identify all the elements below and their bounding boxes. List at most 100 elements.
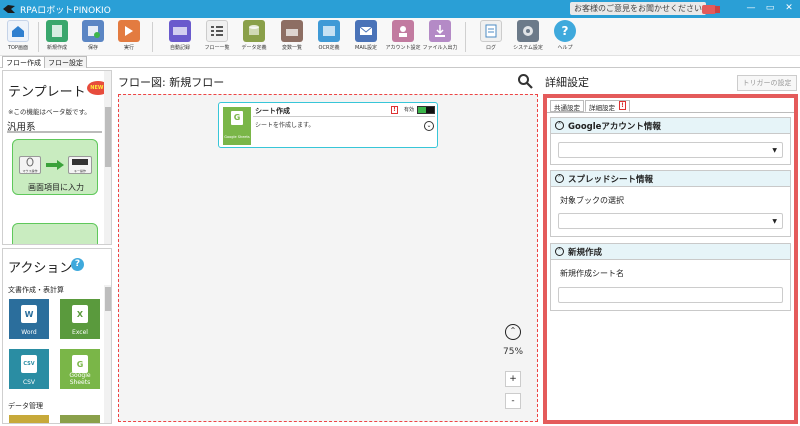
trigger-settings-button[interactable]: トリガーの設定 bbox=[737, 75, 797, 91]
toolbar-file-io-button[interactable]: ファイル入出力 bbox=[423, 20, 458, 51]
minimize-button[interactable]: — bbox=[744, 1, 758, 15]
dropdown-arrow-icon: ▼ bbox=[772, 147, 777, 154]
feedback-hand-icon[interactable] bbox=[700, 2, 722, 16]
new-sheet-name-input[interactable] bbox=[558, 287, 783, 303]
tab-flow-create[interactable]: フロー作成 bbox=[2, 56, 45, 68]
mouse-operation-icon: マウス操作 bbox=[19, 156, 41, 174]
chevron-up-icon[interactable]: ⌃ bbox=[555, 121, 564, 130]
chevron-down-icon[interactable]: ⌄ bbox=[424, 121, 434, 131]
csv-icon: CSV bbox=[21, 355, 37, 373]
template-card-screen-input[interactable]: マウス操作 キー操作 画面項目に入力 bbox=[12, 139, 98, 195]
pinokio-logo-icon bbox=[0, 0, 18, 18]
action-tile-partial[interactable] bbox=[60, 415, 100, 423]
action-category-data: データ管理 bbox=[8, 402, 43, 410]
detail-panel: 共通設定 詳細設定 ! ⌃ Googleアカウント情報 ▼ ⌃ スプレッドシート… bbox=[543, 94, 798, 424]
toolbar-run-button[interactable]: 実行 bbox=[112, 20, 146, 51]
save-icon bbox=[82, 20, 104, 42]
tab-flow-settings[interactable]: フロー設定 bbox=[44, 56, 87, 68]
toolbar-save-button[interactable]: 保存 bbox=[76, 20, 110, 51]
toolbar-log-button[interactable]: ログ bbox=[474, 20, 508, 51]
template-panel: テンプレート NEW! ※この機能はベータ版です。 汎用系 マウス操作 キー操作… bbox=[2, 70, 112, 245]
detail-title: 詳細設定 bbox=[545, 76, 589, 89]
run-icon bbox=[118, 20, 140, 42]
node-title: シート作成 bbox=[255, 107, 290, 115]
enabled-toggle[interactable] bbox=[417, 106, 435, 114]
warning-icon: ! bbox=[391, 106, 398, 114]
toolbar-system-settings-button[interactable]: システム設定 bbox=[511, 20, 545, 51]
search-icon[interactable] bbox=[517, 73, 533, 89]
google-account-select[interactable]: ▼ bbox=[558, 142, 783, 158]
section-header[interactable]: ⌃ スプレッドシート情報 bbox=[551, 171, 790, 187]
section-header[interactable]: ⌃ Googleアカウント情報 bbox=[551, 118, 790, 134]
close-button[interactable]: ✕ bbox=[782, 1, 796, 15]
action-category-document: 文書作成・表計算 bbox=[8, 286, 64, 294]
target-book-select[interactable]: ▼ bbox=[558, 213, 783, 229]
enabled-label: 有効 bbox=[404, 107, 415, 113]
toolbar-data-definition-button[interactable]: データ定義 bbox=[237, 20, 271, 51]
database-icon bbox=[243, 20, 265, 42]
section-spreadsheet: ⌃ スプレッドシート情報 対象ブックの選択 ▼ bbox=[550, 170, 791, 237]
word-icon: W bbox=[21, 305, 37, 323]
zoom-out-button[interactable]: - bbox=[505, 393, 521, 409]
action-tile-csv[interactable]: CSV CSV bbox=[9, 349, 49, 389]
warning-icon: ! bbox=[619, 101, 626, 110]
ocr-icon bbox=[318, 20, 340, 42]
google-sheets-icon: G Google Sheets bbox=[223, 107, 251, 145]
toolbar-flow-list-button[interactable]: フロー一覧 bbox=[200, 20, 234, 51]
node-description: シートを作成します。 bbox=[255, 122, 315, 129]
toolbar-account-button[interactable]: アカウント設定 bbox=[386, 20, 421, 51]
help-icon: ? bbox=[554, 20, 576, 42]
toolbar-new-button[interactable]: 新規作成 bbox=[40, 20, 74, 51]
flow-list-icon bbox=[206, 20, 228, 42]
action-scrollbar-thumb[interactable] bbox=[105, 287, 111, 311]
main-toolbar: TOP画面 新規作成 保存 実行 自動記録 フロー一覧 データ定義 変数一覧 O… bbox=[0, 18, 800, 56]
template-scrollbar-thumb[interactable] bbox=[105, 107, 111, 167]
toolbar-record-button[interactable]: 自動記録 bbox=[163, 20, 197, 51]
action-help-icon[interactable]: ? bbox=[71, 258, 84, 271]
section-header[interactable]: ⌃ 新規作成 bbox=[551, 244, 790, 260]
account-icon bbox=[392, 20, 414, 42]
template-card-label: 画面項目に入力 bbox=[28, 183, 84, 192]
new-file-icon bbox=[46, 20, 68, 42]
action-tile-partial[interactable] bbox=[9, 415, 49, 423]
variables-icon bbox=[281, 20, 303, 42]
toolbar-separator bbox=[152, 22, 153, 52]
window-title: RPAロボットPINOKIO bbox=[20, 5, 111, 16]
chevron-up-icon[interactable]: ⌃ bbox=[555, 247, 564, 256]
zoom-in-button[interactable]: + bbox=[505, 371, 521, 387]
action-title: アクション bbox=[8, 261, 73, 276]
keyboard-operation-icon: キー操作 bbox=[68, 156, 92, 174]
toolbar-separator bbox=[465, 22, 466, 52]
toolbar-ocr-button[interactable]: OCR定義 bbox=[312, 20, 346, 51]
home-icon bbox=[7, 20, 29, 42]
new-sheet-name-label: 新規作成シート名 bbox=[560, 269, 624, 278]
gear-icon bbox=[517, 20, 539, 42]
flow-node-create-sheet[interactable]: G Google Sheets シート作成 シートを作成します。 ! 有効 ⌄ bbox=[218, 102, 438, 148]
chevron-up-icon[interactable]: ⌃ bbox=[555, 174, 564, 183]
toolbar-top-button[interactable]: TOP画面 bbox=[1, 20, 35, 51]
tab-divider bbox=[547, 112, 794, 113]
main-tabs: フロー作成 フロー設定 bbox=[0, 56, 800, 68]
beta-note: ※この機能はベータ版です。 bbox=[8, 108, 91, 116]
toolbar-separator bbox=[38, 22, 39, 52]
category-divider bbox=[7, 131, 102, 133]
toolbar-variables-button[interactable]: 変数一覧 bbox=[275, 20, 309, 51]
maximize-button[interactable]: ▭ bbox=[763, 1, 777, 15]
action-panel: アクション ? 文書作成・表計算 W Word X Excel CSV CSV … bbox=[2, 248, 112, 424]
action-tile-excel[interactable]: X Excel bbox=[60, 299, 100, 339]
node-divider bbox=[253, 116, 435, 117]
action-tile-word[interactable]: W Word bbox=[9, 299, 49, 339]
toolbar-mail-button[interactable]: MAIL設定 bbox=[349, 20, 383, 51]
dropdown-arrow-icon: ▼ bbox=[772, 218, 777, 225]
log-icon bbox=[480, 20, 502, 42]
action-tile-google-sheets[interactable]: G Google Sheets bbox=[60, 349, 100, 389]
tab-common-settings[interactable]: 共通設定 bbox=[550, 100, 584, 112]
template-card[interactable] bbox=[12, 223, 98, 244]
target-book-label: 対象ブックの選択 bbox=[560, 196, 624, 205]
left-panel: テンプレート NEW! ※この機能はベータ版です。 汎用系 マウス操作 キー操作… bbox=[2, 70, 112, 424]
record-icon bbox=[169, 20, 191, 42]
feedback-button[interactable]: お客様のご意見をお聞かせください bbox=[570, 2, 706, 15]
section-new-create: ⌃ 新規作成 新規作成シート名 bbox=[550, 243, 791, 311]
chevron-up-icon[interactable]: ⌃ bbox=[505, 324, 521, 340]
toolbar-help-button[interactable]: ? ヘルプ bbox=[548, 20, 582, 51]
